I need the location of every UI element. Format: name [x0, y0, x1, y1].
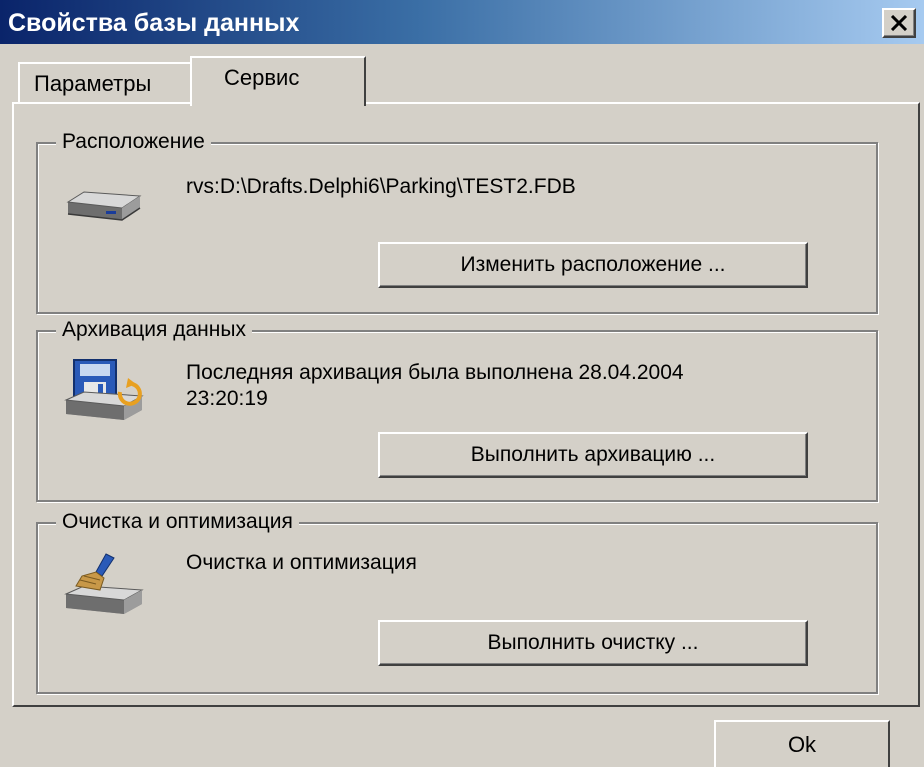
hard-drive-icon [62, 184, 144, 233]
window-title: Свойства базы данных [8, 9, 300, 37]
backup-status: Последняя архивация была выполнена 28.04… [186, 360, 684, 412]
change-location-button[interactable]: Изменить расположение ... [378, 242, 808, 288]
backup-group-label: Архивация данных [56, 316, 252, 344]
run-backup-button[interactable]: Выполнить архивацию ... [378, 432, 808, 478]
close-button[interactable] [882, 8, 916, 38]
cleanup-group-label: Очистка и оптимизация [56, 508, 299, 536]
tab-service[interactable]: Сервис [190, 56, 366, 106]
run-cleanup-button[interactable]: Выполнить очистку ... [378, 620, 808, 666]
broom-drive-icon [62, 550, 146, 627]
location-path: rvs:D:\Drafts.Delphi6\Parking\TEST2.FDB [186, 175, 576, 198]
backup-status-line2: 23:20:19 [186, 387, 268, 410]
backup-status-line1: Последняя архивация была выполнена 28.04… [186, 361, 684, 384]
ok-button[interactable]: Ok [714, 720, 890, 767]
cleanup-description: Очистка и оптимизация [186, 551, 417, 574]
location-group-label: Расположение [56, 128, 211, 156]
tab-parameters[interactable]: Параметры [18, 62, 194, 102]
tab-parameters-label: Параметры [34, 71, 152, 96]
cleanup-group: Очистка и оптимизация Очистка и оптимиза… [36, 508, 878, 694]
close-icon [890, 15, 908, 31]
backup-icon [62, 354, 146, 431]
tab-service-label: Сервис [224, 65, 300, 90]
backup-group: Архивация данных Последняя архивация был… [36, 316, 878, 502]
location-group: Расположение rvs:D:\Drafts.Delphi6\Parki… [36, 128, 878, 314]
title-bar[interactable]: Свойства базы данных [0, 0, 924, 46]
database-properties-dialog: Свойства базы данных Параметры Сервис Ра… [0, 0, 924, 767]
ok-button-label: Ok [787, 732, 817, 757]
